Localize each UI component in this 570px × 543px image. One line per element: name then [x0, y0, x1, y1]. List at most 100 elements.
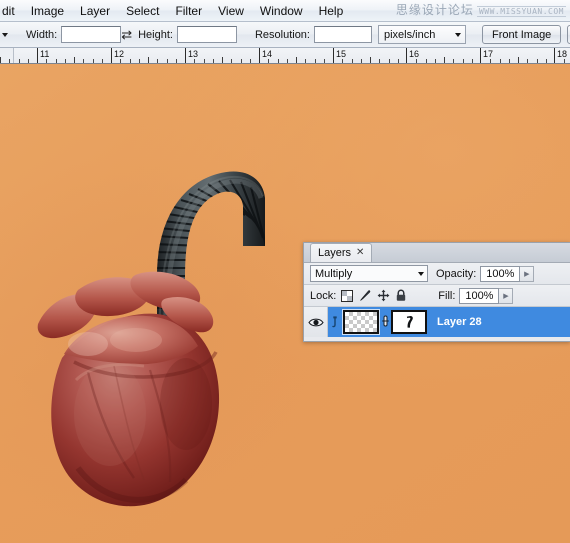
ruler-tick-minor [167, 59, 168, 63]
lock-image-pixels-icon[interactable] [358, 289, 372, 303]
horizontal-ruler: 11 12 13 14 15 16 17 18 [0, 48, 570, 64]
ruler-tick-minor [148, 57, 149, 63]
swap-arrows-icon[interactable]: ⇄ [121, 28, 132, 41]
opacity-input[interactable]: 100% [480, 265, 521, 282]
ruler-tick-major [480, 48, 481, 63]
lock-label: Lock: [310, 289, 337, 302]
ruler-tick-major [554, 48, 555, 63]
ruler-tick-minor [352, 59, 353, 63]
ruler-tick-minor [83, 59, 84, 63]
fill-stepper[interactable]: ▶ [499, 287, 514, 304]
ruler-corner [0, 48, 14, 63]
blend-mode-select[interactable]: Multiply [310, 265, 428, 282]
fill-input[interactable]: 100% [459, 287, 500, 304]
ruler-tick-minor [139, 59, 140, 63]
menu-item-label: Image [30, 3, 65, 18]
menu-item-label: Select [126, 3, 160, 18]
ruler-tick-minor [361, 59, 362, 63]
ruler-tick-minor [509, 59, 510, 63]
layer-mask-thumbnail[interactable] [391, 310, 427, 334]
link-icon [332, 316, 337, 328]
mask-link-icon[interactable] [379, 315, 391, 329]
ruler-tick-label: 12 [114, 49, 125, 59]
chevron-right-icon: ▶ [503, 292, 509, 300]
height-input[interactable] [176, 26, 237, 43]
ruler-tick-minor [490, 59, 491, 63]
ruler-tick-minor [398, 59, 399, 63]
ruler-tick-minor [241, 59, 242, 63]
menu-item-edit[interactable]: dit [0, 2, 23, 20]
ruler-tick-minor [56, 59, 57, 63]
layer-visibility-toggle[interactable] [304, 307, 328, 337]
watermark-url-text: WWW.MISSYUAN.COM [476, 6, 566, 17]
chevron-down-icon [2, 32, 8, 37]
chevron-right-icon: ▶ [524, 270, 530, 278]
ruler-tick-minor [287, 59, 288, 63]
menu-item-filter[interactable]: Filter [167, 2, 210, 20]
menu-item-help[interactable]: Help [311, 2, 352, 20]
watermark-chinese-text: 思缘设计论坛 [395, 3, 474, 17]
ruler-tick-minor [426, 59, 427, 63]
watermark: 思缘设计论坛 WWW.MISSYUAN.COM [396, 1, 566, 18]
lock-all-icon[interactable] [394, 289, 408, 303]
lock-transparent-pixels-icon[interactable] [340, 289, 354, 303]
menu-item-select[interactable]: Select [118, 2, 167, 20]
menu-item-window[interactable]: Window [252, 2, 311, 20]
ruler-tick-minor [370, 57, 371, 63]
tab-layers[interactable]: Layers ✕ [310, 243, 373, 262]
lock-position-icon[interactable] [376, 289, 390, 303]
anatomical-heart-artwork [18, 254, 258, 524]
width-input[interactable] [61, 26, 122, 43]
eye-icon [307, 318, 324, 326]
ruler-tick-label: 18 [557, 49, 568, 59]
menu-item-label: Window [259, 3, 303, 18]
ruler-tick-major [406, 48, 407, 63]
ruler-tick-major [259, 48, 260, 63]
ruler-tick-label: 14 [262, 49, 273, 59]
tool-preset-picker[interactable] [2, 32, 8, 37]
ruler-tick-minor [389, 59, 390, 63]
ruler-tick-major [111, 48, 112, 63]
front-image-button[interactable]: Front Image [482, 25, 562, 44]
close-icon[interactable]: ✕ [356, 248, 364, 258]
resolution-units-select[interactable]: pixels/inch [378, 25, 466, 44]
menu-item-image[interactable]: Image [23, 2, 72, 20]
ruler-tick-minor [296, 57, 297, 63]
ruler-tick-minor [28, 59, 29, 63]
ruler-tick-major [185, 48, 186, 63]
layer-name-label: Layer 28 [437, 316, 482, 328]
ruler-tick-minor [204, 59, 205, 63]
resolution-label: Resolution: [254, 28, 310, 41]
ruler-tick-label: 16 [409, 49, 420, 59]
ruler-tick-minor [315, 59, 316, 63]
layer-link-indicator[interactable] [328, 316, 342, 328]
layers-panel[interactable]: Layers ✕ Multiply Opacity: 100% ▶ Lock: [303, 242, 570, 342]
ruler-tick-minor [453, 59, 454, 63]
ruler-tick-label: 15 [336, 49, 347, 59]
ruler-tick-minor [278, 59, 279, 63]
ruler-tick-minor [379, 59, 380, 63]
ruler-tick-minor [435, 59, 436, 63]
menu-item-view[interactable]: View [210, 2, 252, 20]
ruler-tick-minor [93, 59, 94, 63]
ruler-tick-minor [444, 57, 445, 63]
menu-item-label: Filter [175, 3, 203, 18]
menu-item-label: View [218, 3, 244, 18]
resolution-input[interactable] [314, 26, 372, 43]
height-label: Height: [138, 28, 173, 41]
opacity-stepper[interactable]: ▶ [520, 265, 535, 282]
ruler-tick-major [333, 48, 334, 63]
ruler-tick-minor [46, 59, 47, 63]
ruler-tick-label: 17 [483, 49, 494, 59]
ruler-tick-minor [527, 59, 528, 63]
tab-layers-label: Layers [318, 247, 352, 259]
chevron-down-icon [455, 32, 461, 37]
ruler-tick-minor [194, 59, 195, 63]
options-bar: Width: ⇄ Height: Resolution: pixels/inch… [0, 22, 570, 48]
layer-thumbnail[interactable] [342, 309, 380, 335]
ruler-tick-label: 11 [40, 49, 50, 59]
menu-item-layer[interactable]: Layer [72, 2, 118, 20]
ruler-tick-minor [157, 59, 158, 63]
ruler-tick-minor [472, 59, 473, 63]
table-row[interactable]: Layer 28 [304, 307, 570, 337]
